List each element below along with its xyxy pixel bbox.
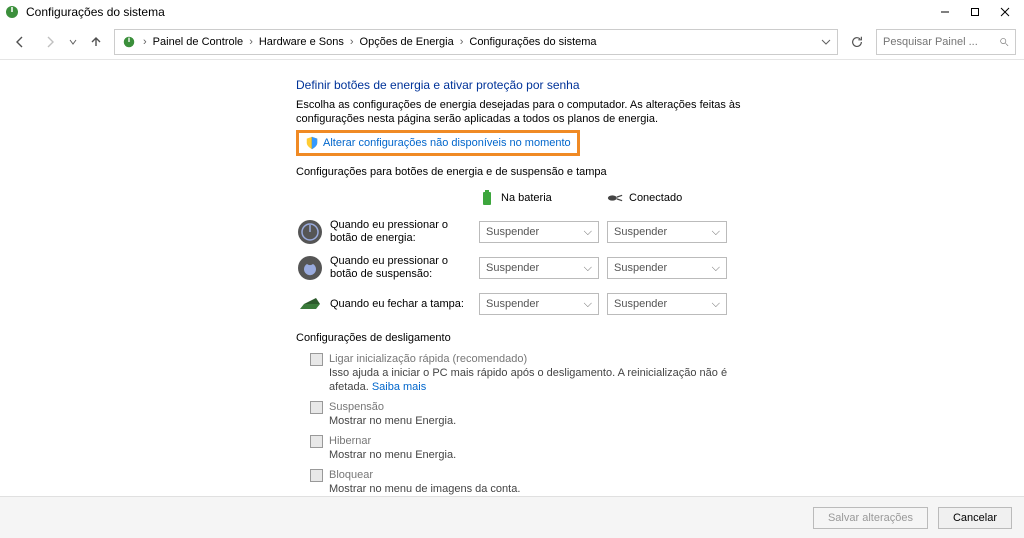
action-row-power-button: Quando eu pressionar o botão de energia:… bbox=[296, 218, 746, 246]
breadcrumb-item[interactable]: Opções de Energia bbox=[360, 36, 454, 48]
section-power-buttons-title: Configurações para botões de energia e d… bbox=[296, 166, 746, 178]
column-headers: Na bateria Conectado bbox=[296, 186, 746, 210]
change-settings-highlight: Alterar configurações não disponíveis no… bbox=[296, 130, 580, 156]
forward-button[interactable] bbox=[38, 30, 62, 54]
select-value: Suspender bbox=[486, 226, 539, 238]
select-value: Suspender bbox=[486, 262, 539, 274]
select-sleep-battery[interactable]: Suspender ⌵ bbox=[479, 257, 599, 279]
minimize-button[interactable] bbox=[930, 0, 960, 24]
chevron-down-icon: ⌵ bbox=[712, 262, 720, 275]
chevron-down-icon: ⌵ bbox=[712, 226, 720, 239]
checkbox[interactable] bbox=[310, 469, 323, 482]
checkbox-desc: Isso ajuda a iniciar o PC mais rápido ap… bbox=[329, 366, 746, 394]
cancel-button[interactable]: Cancelar bbox=[938, 507, 1012, 529]
breadcrumb-item[interactable]: Hardware e Sons bbox=[259, 36, 344, 48]
chevron-right-icon[interactable]: › bbox=[458, 36, 466, 48]
column-plugged: Conectado bbox=[607, 190, 727, 206]
checkbox-desc: Mostrar no menu Energia. bbox=[329, 448, 456, 462]
checkbox-label: Hibernar bbox=[329, 434, 456, 448]
chevron-right-icon[interactable]: › bbox=[247, 36, 255, 48]
checkbox-sleep: Suspensão Mostrar no menu Energia. bbox=[310, 400, 746, 428]
history-dropdown[interactable] bbox=[68, 38, 78, 46]
section-shutdown-title: Configurações de desligamento bbox=[296, 332, 746, 344]
energy-icon bbox=[4, 4, 20, 20]
page-heading: Definir botões de energia e ativar prote… bbox=[296, 78, 746, 92]
close-button[interactable] bbox=[990, 0, 1020, 24]
footer: Salvar alterações Cancelar bbox=[0, 496, 1024, 538]
save-button[interactable]: Salvar alterações bbox=[813, 507, 928, 529]
back-button[interactable] bbox=[8, 30, 32, 54]
action-label: Quando eu fechar a tampa: bbox=[330, 298, 479, 311]
chevron-down-icon: ⌵ bbox=[584, 298, 592, 311]
checkbox[interactable] bbox=[310, 353, 323, 366]
checkbox-hibernate: Hibernar Mostrar no menu Energia. bbox=[310, 434, 746, 462]
select-value: Suspender bbox=[614, 226, 667, 238]
window-titlebar: Configurações do sistema bbox=[0, 0, 1024, 24]
select-value: Suspender bbox=[614, 262, 667, 274]
plug-icon bbox=[607, 190, 623, 206]
checkbox-desc: Mostrar no menu de imagens da conta. bbox=[329, 482, 520, 496]
checkbox-label: Ligar inicialização rápida (recomendado) bbox=[329, 352, 746, 366]
select-power-battery[interactable]: Suspender ⌵ bbox=[479, 221, 599, 243]
action-label: Quando eu pressionar o botão de suspensã… bbox=[330, 255, 479, 281]
address-bar[interactable]: › Painel de Controle › Hardware e Sons ›… bbox=[114, 29, 838, 55]
select-power-plugged[interactable]: Suspender ⌵ bbox=[607, 221, 727, 243]
chevron-down-icon[interactable] bbox=[821, 37, 831, 47]
chevron-down-icon: ⌵ bbox=[712, 298, 720, 311]
learn-more-link[interactable]: Saiba mais bbox=[372, 381, 426, 393]
intro-text: Escolha as configurações de energia dese… bbox=[296, 98, 746, 126]
navigation-bar: › Painel de Controle › Hardware e Sons ›… bbox=[0, 24, 1024, 60]
column-plugged-label: Conectado bbox=[629, 192, 682, 204]
select-sleep-plugged[interactable]: Suspender ⌵ bbox=[607, 257, 727, 279]
action-row-sleep-button: Quando eu pressionar o botão de suspensã… bbox=[296, 254, 746, 282]
column-battery: Na bateria bbox=[479, 190, 599, 206]
shield-icon bbox=[305, 136, 319, 150]
select-value: Suspender bbox=[614, 298, 667, 310]
search-input[interactable] bbox=[883, 36, 993, 48]
checkbox[interactable] bbox=[310, 401, 323, 414]
content-area: Definir botões de energia e ativar prote… bbox=[0, 60, 1024, 496]
refresh-button[interactable] bbox=[844, 29, 870, 55]
checkbox-lock: Bloquear Mostrar no menu de imagens da c… bbox=[310, 468, 746, 496]
maximize-button[interactable] bbox=[960, 0, 990, 24]
chevron-down-icon: ⌵ bbox=[584, 262, 592, 275]
chevron-right-icon[interactable]: › bbox=[141, 36, 149, 48]
chevron-right-icon[interactable]: › bbox=[348, 36, 356, 48]
breadcrumb-item[interactable]: Painel de Controle bbox=[153, 36, 244, 48]
search-icon bbox=[999, 36, 1009, 48]
column-battery-label: Na bateria bbox=[501, 192, 552, 204]
sleep-button-icon bbox=[296, 254, 324, 282]
checkbox[interactable] bbox=[310, 435, 323, 448]
lid-icon bbox=[296, 290, 324, 318]
select-lid-plugged[interactable]: Suspender ⌵ bbox=[607, 293, 727, 315]
checkbox-label: Suspensão bbox=[329, 400, 456, 414]
chevron-down-icon: ⌵ bbox=[584, 226, 592, 239]
change-unavailable-link[interactable]: Alterar configurações não disponíveis no… bbox=[323, 137, 571, 149]
window-title: Configurações do sistema bbox=[26, 5, 165, 19]
breadcrumb-item[interactable]: Configurações do sistema bbox=[469, 36, 596, 48]
select-value: Suspender bbox=[486, 298, 539, 310]
power-button-icon bbox=[296, 218, 324, 246]
search-box[interactable] bbox=[876, 29, 1016, 55]
action-label: Quando eu pressionar o botão de energia: bbox=[330, 219, 479, 245]
action-row-lid: Quando eu fechar a tampa: Suspender ⌵ Sus… bbox=[296, 290, 746, 318]
checkbox-desc: Mostrar no menu Energia. bbox=[329, 414, 456, 428]
checkbox-label: Bloquear bbox=[329, 468, 520, 482]
energy-icon bbox=[121, 34, 137, 50]
battery-icon bbox=[479, 190, 495, 206]
checkbox-fast-startup: Ligar inicialização rápida (recomendado)… bbox=[310, 352, 746, 394]
up-button[interactable] bbox=[84, 30, 108, 54]
select-lid-battery[interactable]: Suspender ⌵ bbox=[479, 293, 599, 315]
